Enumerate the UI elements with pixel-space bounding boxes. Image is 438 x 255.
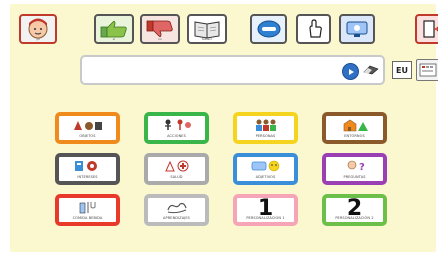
message-bar[interactable] [80, 55, 385, 85]
category-label: PREGUNTAS [343, 175, 366, 179]
category-label: COMIDA BEBIDA [72, 216, 103, 220]
exit-button[interactable] [415, 14, 438, 44]
environments-icon [326, 117, 383, 133]
screen-button[interactable] [339, 14, 375, 44]
category-label: SALUD [170, 175, 183, 179]
app-window: yo sí no tablero EU OBJETOS ACCIONES PER… [10, 4, 438, 252]
adjectives-icon [237, 158, 294, 174]
actions-icon [148, 117, 205, 133]
language-button[interactable]: EU [392, 61, 412, 79]
category-label: ENTORNOS [344, 134, 365, 138]
category-personas[interactable]: PERSONAS [233, 112, 298, 144]
svg-text:?: ? [359, 162, 365, 173]
health-icon [148, 158, 205, 174]
interests-icon [59, 158, 116, 174]
thumbs-down-icon [146, 20, 173, 38]
category-personalizacion-2[interactable]: 2 PERSONALIZACIÓN 2 [322, 194, 387, 226]
keyboard-button[interactable] [416, 59, 438, 81]
category-label: OBJETOS [79, 134, 96, 138]
category-label: APRENDIZAJES [163, 216, 190, 220]
board-caption: tablero [201, 37, 213, 41]
category-label: ADJETIVOS [255, 175, 276, 179]
category-personalizacion-1[interactable]: 1 PERSONALIZACIÓN 1 [233, 194, 298, 226]
pointing-hand-icon [308, 19, 322, 38]
thumbs-up-icon [100, 20, 127, 38]
monitor-icon [346, 21, 368, 37]
objects-icon [59, 117, 116, 133]
user-button[interactable]: yo [19, 14, 57, 44]
category-adjetivos[interactable]: ADJETIVOS [233, 153, 298, 185]
category-preguntas[interactable]: ? PREGUNTAS [322, 153, 387, 185]
category-entornos[interactable]: ENTORNOS [322, 112, 387, 144]
category-salud[interactable]: SALUD [144, 153, 209, 185]
learning-icon [148, 199, 205, 215]
touch-button[interactable] [296, 14, 331, 44]
exit-door-icon [423, 20, 438, 38]
eraser-icon[interactable] [363, 65, 379, 75]
speech-icon [257, 20, 280, 38]
speak-button[interactable] [250, 14, 287, 44]
category-aprendizajes[interactable]: APRENDIZAJES [144, 194, 209, 226]
category-objetos[interactable]: OBJETOS [55, 112, 120, 144]
category-label: PERSONALIZACIÓN 2 [335, 216, 374, 220]
play-button[interactable] [342, 63, 359, 80]
category-intereses[interactable]: INTERESES [55, 153, 120, 185]
food-drink-icon [59, 199, 116, 215]
questions-icon: ? [326, 158, 383, 174]
user-caption: yo [36, 37, 40, 41]
keyboard-icon [419, 63, 437, 77]
category-label: ACCIONES [167, 134, 186, 138]
people-icon [237, 117, 294, 133]
category-comida-bebida[interactable]: COMIDA BEBIDA [55, 194, 120, 226]
no-button[interactable]: no [140, 14, 180, 44]
category-acciones[interactable]: ACCIONES [144, 112, 209, 144]
yes-caption: sí [112, 37, 116, 41]
category-label: INTERESES [77, 175, 98, 179]
category-label: PERSONAS [255, 134, 276, 138]
play-icon [348, 68, 354, 75]
category-label: PERSONALIZACIÓN 1 [246, 216, 285, 220]
board-button[interactable]: tablero [187, 14, 227, 44]
no-caption: no [158, 37, 162, 41]
book-icon [194, 21, 220, 39]
yes-button[interactable]: sí [94, 14, 134, 44]
